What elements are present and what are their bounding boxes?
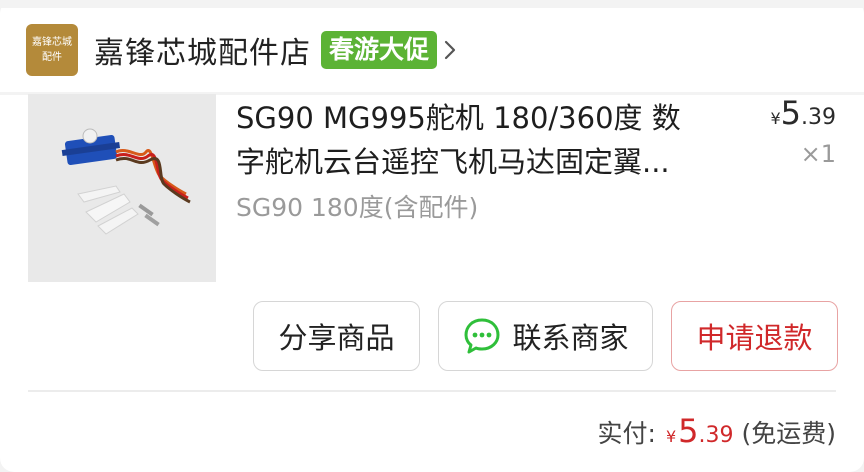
total-currency: ¥ bbox=[665, 427, 677, 446]
share-product-button[interactable]: 分享商品 bbox=[253, 301, 420, 371]
promo-badge: 春游大促 bbox=[321, 31, 438, 69]
top-strip bbox=[0, 0, 864, 8]
product-title-line-1: SG90 MG995舵机 180/360度 数 bbox=[236, 101, 681, 135]
unit-price: ¥5.39 ×1 bbox=[770, 94, 836, 168]
shop-logo-text-2: 配件 bbox=[42, 52, 62, 63]
shop-logo[interactable]: 嘉锋芯城 配件 bbox=[26, 24, 78, 76]
total-paid: 实付: ¥ 5 .39 (免运费) bbox=[598, 412, 837, 450]
shop-name[interactable]: 嘉锋芯城配件店 bbox=[94, 28, 311, 72]
order-item-card: 嘉锋芯城 配件 嘉锋芯城配件店 春游大促 SG90 MG995舵机 180/36… bbox=[0, 0, 864, 472]
shop-header[interactable]: 嘉锋芯城 配件 嘉锋芯城配件店 春游大促 bbox=[26, 22, 457, 78]
total-integer: 5 bbox=[678, 412, 699, 450]
product-image[interactable] bbox=[28, 94, 216, 282]
product-title[interactable]: SG90 MG995舵机 180/360度 数 字舵机云台遥控飞机马达固定翼..… bbox=[236, 96, 736, 184]
footer-divider bbox=[28, 390, 836, 392]
shipping-note: (免运费) bbox=[741, 419, 836, 448]
quantity: ×1 bbox=[800, 140, 836, 168]
total-label: 实付: bbox=[597, 419, 656, 448]
shop-logo-text-1: 嘉锋芯城 bbox=[32, 37, 72, 48]
request-refund-button[interactable]: 申请退款 bbox=[671, 301, 838, 371]
contact-seller-label: 联系商家 bbox=[512, 323, 629, 355]
total-decimal: .39 bbox=[698, 423, 734, 448]
price-integer: 5 bbox=[780, 94, 801, 132]
product-spec: SG90 180度(含配件) bbox=[236, 193, 479, 222]
chevron-right-icon[interactable] bbox=[443, 38, 457, 62]
price-currency: ¥ bbox=[770, 109, 781, 128]
contact-seller-button[interactable]: 联系商家 bbox=[438, 301, 653, 371]
price-decimal: .39 bbox=[801, 105, 836, 130]
product-title-line-2: 字舵机云台遥控飞机马达固定翼... bbox=[236, 145, 670, 179]
servo-product-illustration bbox=[28, 94, 216, 282]
chat-bubble-icon bbox=[464, 318, 500, 354]
